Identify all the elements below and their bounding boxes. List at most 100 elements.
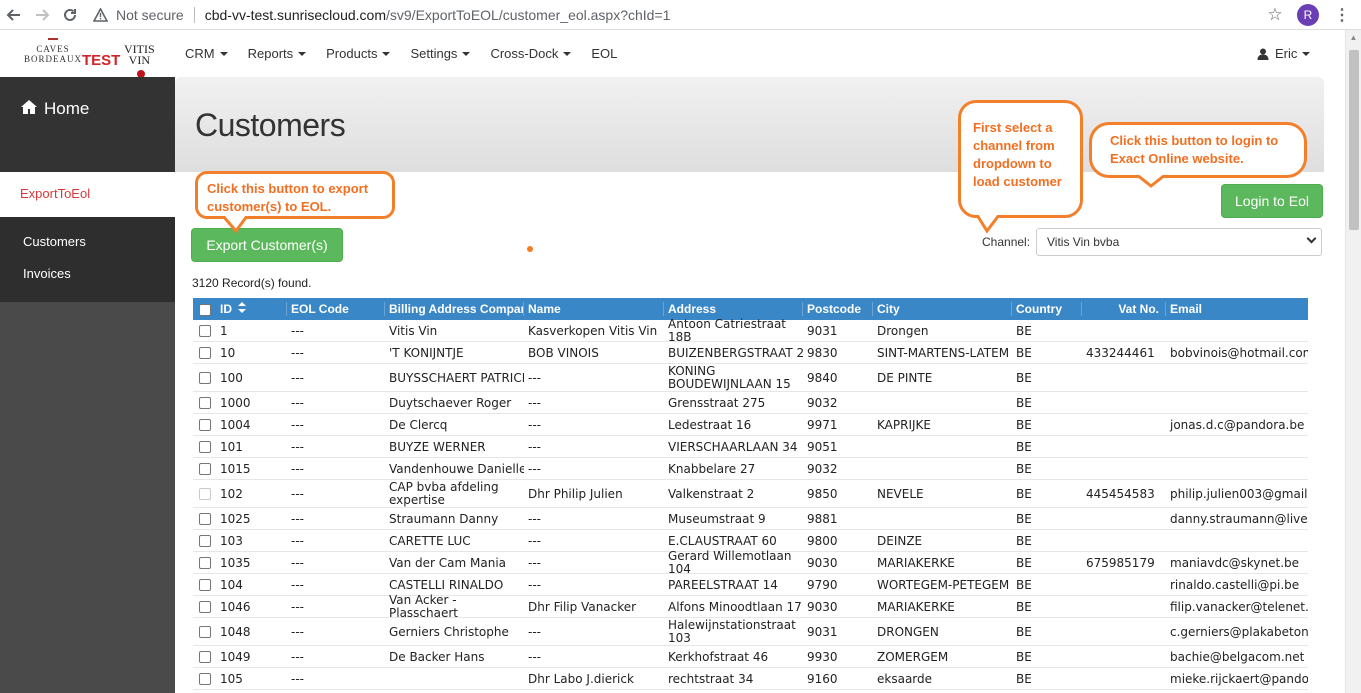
menu-products[interactable]: Products [316,46,400,61]
table-row[interactable]: 1004 --- De Clercq --- Ledestraat 16 9971 KAPR… [193,414,1308,436]
table-row[interactable]: 1049 --- De Backer Hans --- Kerkhofstraat 46… [193,646,1308,668]
table-row[interactable]: 105 --- Dhr Labo J.dierick rechtstraat 34 91… [193,668,1308,690]
cell-email: filip.vanacker@telenet.be [1170,599,1308,614]
checkbox-icon [199,626,211,638]
row-checkbox[interactable] [193,650,216,664]
scrollbar-thumb[interactable] [1349,50,1359,230]
cell-address: Museumstraat 9 [668,511,766,526]
cell-city: KAPRIJKE [877,417,931,432]
cell-company: BUYSSCHAERT PATRICK [389,370,524,385]
user-menu[interactable]: Eric [1257,30,1311,77]
cell-country: BE [1016,417,1032,432]
row-checkbox[interactable] [193,578,216,592]
table-row[interactable]: 104 --- CASTELLI RINALDO --- PAREELSTRAAT 14… [193,574,1308,596]
select-all-checkbox[interactable] [193,302,216,316]
menu-cross-dock[interactable]: Cross-Dock [480,46,581,61]
cell-id: 100 [220,370,243,385]
table-row[interactable]: 1 --- Vitis Vin Kasverkopen Vitis Vin Antoon… [193,318,1308,343]
login-to-eol-button[interactable]: Login to Eol [1221,184,1323,218]
cell-eol-code: --- [291,345,304,360]
table-row[interactable]: 10 --- 'T KONIJNTJE BOB VINOIS BUIZENBERGSTR… [193,342,1308,364]
table-row[interactable]: 102 --- CAP bvba afdeling expertise Dhr Phi… [193,480,1308,508]
checkbox-icon [199,488,211,500]
row-checkbox[interactable] [193,672,216,686]
menu-products-label: Products [326,46,378,61]
main-content: Customers Export Customer(s) Login to Eo… [175,77,1324,693]
row-checkbox[interactable] [193,534,216,548]
cell-name: Kasverkopen Vitis Vin [528,323,658,338]
sidebar-item-invoices[interactable]: Invoices [23,266,71,281]
row-checkbox[interactable] [193,512,216,526]
cell-city: MARIAKERKE [877,555,955,570]
header-id[interactable]: ID [216,301,287,317]
cell-eol-code: --- [291,370,304,385]
main-menu: CRM Reports Products Settings Cross-Dock… [175,30,627,77]
cell-postcode: 9030 [807,555,838,570]
row-checkbox[interactable] [193,396,216,410]
table-row[interactable]: 1025 --- Straumann Danny --- Museumstraat 9 9… [193,508,1308,530]
cell-id: 101 [220,439,243,454]
warning-icon[interactable] [92,7,108,23]
export-customers-button[interactable]: Export Customer(s) [191,228,343,262]
cell-postcode: 9051 [807,439,838,454]
browser-menu-icon[interactable]: ⋮ [1333,5,1351,25]
cell-country: BE [1016,649,1032,664]
profile-avatar[interactable]: R [1297,3,1319,26]
header-name: Name [524,302,664,316]
row-checkbox[interactable] [193,487,216,501]
table-row[interactable]: 1046 --- Van Acker - Plasschaert Dhr Filip … [193,594,1308,619]
cell-name: --- [528,624,541,639]
app-navbar: CAVES BORDEAUX TEST VITIS VIN CRM Report… [0,30,1345,78]
forward-icon[interactable] [28,1,56,29]
row-checkbox[interactable] [193,600,216,614]
sidebar-submenu: Customers Invoices [0,217,175,302]
table-row[interactable]: 1015 --- Vandenhouwe Danielle --- Knabbelare… [193,458,1308,480]
cell-id: 1049 [220,649,251,664]
checkbox-icon [199,303,211,316]
sidebar-home[interactable]: Home [0,77,175,172]
table-row[interactable]: 1048 --- Gerniers Christophe --- Halewijnsta… [193,618,1308,646]
reload-icon[interactable] [56,1,84,29]
table-row[interactable]: 101 --- BUYZE WERNER --- VIERSCHAARLAAN 34 90… [193,436,1308,458]
url-text[interactable]: cbd-vv-test.sunrisecloud.com/sv9/ExportT… [205,7,671,23]
cell-city: DEINZE [877,533,923,548]
row-checkbox[interactable] [193,418,216,432]
scroll-up-icon[interactable]: ▲ [1346,30,1361,46]
row-checkbox[interactable] [193,625,216,639]
table-row[interactable]: 1035 --- Van der Cam Mania --- Gerard Willem… [193,550,1308,575]
cell-city: DE PINTE [877,370,933,385]
sidebar-item-customers[interactable]: Customers [23,234,86,249]
row-checkbox[interactable] [193,346,216,360]
menu-cross-dock-label: Cross-Dock [490,46,559,61]
cell-country: BE [1016,511,1032,526]
menu-eol[interactable]: EOL [581,46,627,61]
table-row[interactable]: 100 --- BUYSSCHAERT PATRICK --- KONING BOUDE… [193,364,1308,392]
row-checkbox[interactable] [193,371,216,385]
menu-crm[interactable]: CRM [175,46,238,61]
logo-caves-line1: CAVES [36,44,70,54]
cell-eol-code: --- [291,649,304,664]
menu-settings[interactable]: Settings [400,46,480,61]
row-checkbox[interactable] [193,556,216,570]
channel-select[interactable]: Vitis Vin bvba [1036,228,1322,256]
cell-email: rinaldo.castelli@pi.be [1170,577,1300,592]
row-checkbox[interactable] [193,440,216,454]
sidebar-item-exporttoeol[interactable]: ExportToEol [0,172,175,217]
row-checkbox[interactable] [193,324,216,338]
cell-address: BUIZENBERGSTRAAT 27 [668,345,803,360]
row-checkbox[interactable] [193,462,216,476]
company-logo[interactable]: CAVES BORDEAUX TEST VITIS VIN [24,38,158,82]
cell-postcode: 9830 [807,345,838,360]
menu-reports[interactable]: Reports [238,46,317,61]
address-bar[interactable]: Not secure cbd-vv-test.sunrisecloud.com/… [92,0,1261,30]
back-icon[interactable] [0,1,28,29]
cell-country: BE [1016,439,1032,454]
cell-id: 1048 [220,624,251,639]
cell-address: E.CLAUSTRAAT 60 [668,533,777,548]
cell-name: Dhr Filip Vanacker [528,599,637,614]
bookmark-star-icon[interactable]: ☆ [1261,5,1289,25]
table-row[interactable]: 1000 --- Duytschaever Roger --- Grensstraat … [193,392,1308,414]
page-scrollbar[interactable]: ▲ [1345,30,1361,693]
header-eol-code: EOL Code [287,302,385,316]
cell-eol-code: --- [291,323,304,338]
